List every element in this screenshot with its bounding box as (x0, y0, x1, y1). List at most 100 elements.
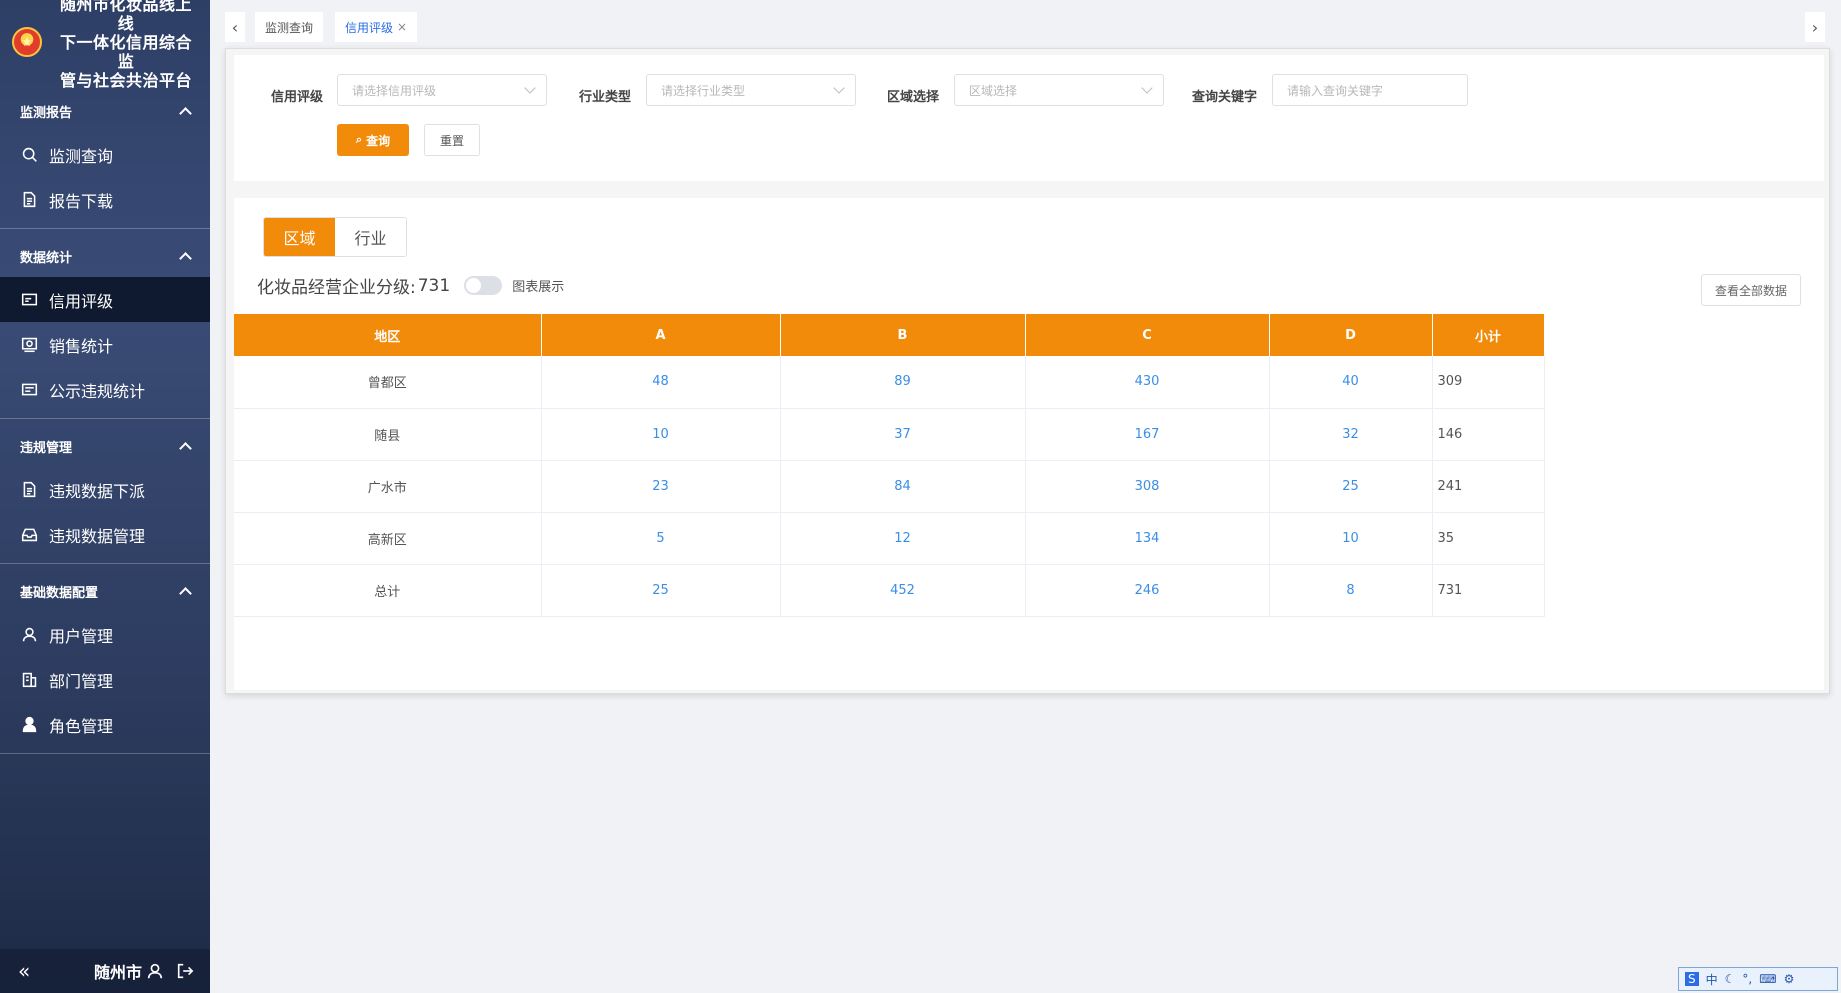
chart-display-toggle[interactable] (464, 276, 503, 295)
count-link[interactable]: 10 (1269, 512, 1433, 565)
count-link[interactable]: 25 (541, 564, 781, 617)
count-link[interactable]: 5 (541, 512, 781, 565)
user-profile-icon[interactable] (146, 962, 164, 980)
table-row: 高新区 5 12 134 10 35 (234, 512, 1545, 565)
keyword-label: 查询关键字 (1192, 90, 1258, 105)
credit-rating-select[interactable]: 请选择信用评级 (337, 74, 547, 106)
column-header-c: C (1025, 314, 1270, 356)
count-link[interactable]: 12 (780, 512, 1026, 565)
count-link[interactable]: 10 (541, 408, 781, 461)
region-cell: 广水市 (234, 460, 542, 513)
content-card: 信用评级 请选择信用评级 行业类型 请选择行业类型 区域选择 区域选择 查询关键… (225, 48, 1830, 694)
keyboard-icon[interactable]: ⌨ (1759, 972, 1776, 986)
punctuation-icon[interactable]: °, (1742, 972, 1752, 986)
region-select-label: 区域选择 (887, 90, 940, 105)
current-city: 随州市 (93, 963, 142, 982)
nav-group-header[interactable]: 监测报告 (0, 90, 210, 132)
subtotal-cell: 146 (1432, 408, 1545, 461)
building-icon (19, 670, 39, 690)
sidebar-item-sales-stats[interactable]: 销售统计 (0, 322, 210, 367)
sidebar-item-user-manage[interactable]: 用户管理 (0, 612, 210, 657)
query-button[interactable]: ⌕ 查询 (337, 124, 409, 156)
tab-monitor-query[interactable]: 监测查询 (255, 12, 324, 42)
view-all-data-button[interactable]: 查看全部数据 (1701, 274, 1801, 306)
nav-group-header[interactable]: 数据统计 (0, 235, 210, 277)
industry-type-label: 行业类型 (579, 90, 632, 105)
sidebar-item-credit-rating[interactable]: 信用评级 (0, 277, 210, 322)
ime-logo-icon[interactable]: S (1685, 972, 1699, 986)
chart-display-label: 图表展示 (512, 280, 565, 295)
nav-group-header[interactable]: 违规管理 (0, 425, 210, 467)
chevron-up-icon (179, 587, 192, 600)
logout-icon[interactable] (176, 962, 194, 980)
region-select[interactable]: 区域选择 (954, 74, 1164, 106)
inbox-icon (19, 525, 39, 545)
tab-scroll-right-icon[interactable]: › (1805, 12, 1825, 42)
count-link[interactable]: 167 (1025, 408, 1270, 461)
table-header: 地区 A B C D 小计 (234, 314, 1545, 356)
count-link[interactable]: 40 (1269, 356, 1433, 409)
count-link[interactable]: 84 (780, 460, 1026, 513)
list-card-icon (19, 380, 39, 400)
brand: ★ 随州市化妆品线上线 下一体化信用综合监 管与社会共治平台 (0, 0, 210, 90)
chevron-down-icon (833, 82, 845, 94)
close-tab-icon[interactable]: × (397, 20, 407, 34)
table-row: 随县 10 37 167 32 146 (234, 408, 1545, 461)
sidebar-item-violation-manage[interactable]: 违规数据管理 (0, 512, 210, 557)
subtotal-cell: 309 (1432, 356, 1545, 409)
chevron-up-icon (179, 107, 192, 120)
count-link[interactable]: 308 (1025, 460, 1270, 513)
sidebar-item-role-manage[interactable]: 角色管理 (0, 702, 210, 747)
chart-card-icon (19, 335, 39, 355)
count-link[interactable]: 89 (780, 356, 1026, 409)
count-link[interactable]: 134 (1025, 512, 1270, 565)
count-link[interactable]: 8 (1269, 564, 1433, 617)
count-link[interactable]: 430 (1025, 356, 1270, 409)
moon-icon[interactable]: ☾ (1725, 972, 1736, 986)
sidebar: ★ 随州市化妆品线上线 下一体化信用综合监 管与社会共治平台 监测报告 监测查询… (0, 0, 210, 993)
nav-group-violation: 违规管理 违规数据下派 违规数据管理 (0, 425, 210, 564)
table-row: 曾都区 48 89 430 40 309 (234, 356, 1545, 409)
chevron-down-icon (1141, 82, 1153, 94)
segment-region[interactable]: 区域 (264, 218, 335, 256)
sidebar-item-monitor-query[interactable]: 监测查询 (0, 132, 210, 177)
reset-button[interactable]: 重置 (424, 124, 480, 156)
count-link[interactable]: 25 (1269, 460, 1433, 513)
column-header-b: B (780, 314, 1026, 356)
search-icon: ⌕ (355, 133, 363, 146)
filter-panel: 信用评级 请选择信用评级 行业类型 请选择行业类型 区域选择 区域选择 查询关键… (234, 55, 1824, 181)
segment-industry[interactable]: 行业 (335, 218, 406, 256)
industry-type-select[interactable]: 请选择行业类型 (646, 74, 856, 106)
rating-panel: 区域 行业 化妆品经营企业分级: 731 图表展示 查看全部数据 地区 A B … (234, 198, 1824, 690)
chevron-up-icon (179, 442, 192, 455)
sidebar-item-violation-dispatch[interactable]: 违规数据下派 (0, 467, 210, 512)
nav-group-header[interactable]: 基础数据配置 (0, 570, 210, 612)
count-link[interactable]: 452 (780, 564, 1026, 617)
region-cell: 曾都区 (234, 356, 542, 409)
brand-title: 随州市化妆品线上线 下一体化信用综合监 管与社会共治平台 (59, 0, 192, 90)
ime-mode-label[interactable]: 中 (1706, 971, 1718, 988)
rating-summary: 化妆品经营企业分级: 731 图表展示 (257, 275, 565, 299)
region-cell: 随县 (234, 408, 542, 461)
count-link[interactable]: 32 (1269, 408, 1433, 461)
count-link[interactable]: 37 (780, 408, 1026, 461)
count-link[interactable]: 23 (541, 460, 781, 513)
ime-toolbar: S 中 ☾ °, ⌨ ⚙ (1678, 967, 1838, 991)
sidebar-item-report-download[interactable]: 报告下载 (0, 177, 210, 222)
toolbox-icon[interactable]: ⚙ (1784, 972, 1795, 986)
region-cell: 高新区 (234, 512, 542, 565)
sidebar-item-violation-stats[interactable]: 公示违规统计 (0, 367, 210, 412)
tab-bar: ‹ 监测查询 信用评级 × › (225, 12, 1825, 42)
enterprise-count: 731 (417, 275, 451, 296)
tab-scroll-left-icon[interactable]: ‹ (225, 12, 245, 42)
collapse-sidebar-icon[interactable]: « (18, 959, 30, 983)
tab-credit-rating[interactable]: 信用评级 × (335, 12, 418, 42)
keyword-input[interactable]: 请输入查询关键字 (1272, 74, 1468, 106)
sidebar-item-dept-manage[interactable]: 部门管理 (0, 657, 210, 702)
count-link[interactable]: 246 (1025, 564, 1270, 617)
column-header-region: 地区 (234, 314, 542, 356)
dimension-switch: 区域 行业 (263, 217, 407, 257)
count-link[interactable]: 48 (541, 356, 781, 409)
search-icon (19, 145, 39, 165)
chevron-up-icon (179, 252, 192, 265)
